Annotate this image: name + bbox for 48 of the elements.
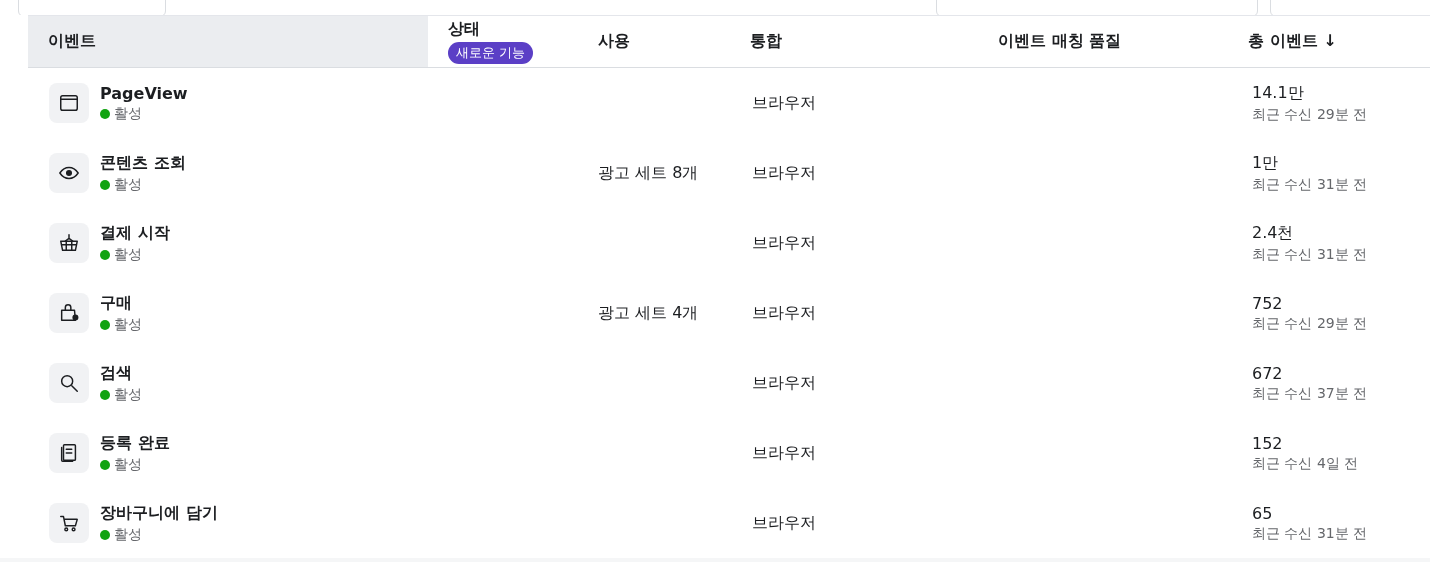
column-header[interactable]: 이벤트 <box>28 16 428 67</box>
column-header[interactable]: 사용 <box>598 16 750 67</box>
event-name[interactable]: 결제 시작 <box>100 222 170 244</box>
search-icon <box>58 372 80 394</box>
total-events: 1만 <box>1252 152 1280 174</box>
basket-icon <box>58 232 80 254</box>
status-text: 활성 <box>114 104 142 123</box>
total-events: 752 <box>1252 293 1284 313</box>
last-received-text: 최근 수신 37분 전 <box>1252 384 1369 403</box>
event-name[interactable]: 구매 <box>100 292 142 314</box>
integration-text: 브라우저 <box>752 92 816 112</box>
event-name[interactable]: 콘텐츠 조회 <box>100 152 186 174</box>
integration-text: 브라우저 <box>752 372 816 392</box>
total-events: 672 <box>1252 363 1284 383</box>
status-text: 활성 <box>114 525 142 544</box>
status-text: 활성 <box>114 385 142 404</box>
usage-text: 광고 세트 4개 <box>598 302 699 322</box>
integration-text: 브라우저 <box>752 162 816 182</box>
integration-text: 브라우저 <box>752 512 816 532</box>
column-header[interactable]: 통합 <box>750 16 998 67</box>
last-received-text: 최근 수신 31분 전 <box>1252 524 1369 543</box>
last-received-text: 최근 수신 31분 전 <box>1252 245 1369 264</box>
status-text: 활성 <box>114 175 142 194</box>
status-text: 활성 <box>114 455 142 474</box>
usage-text: 광고 세트 8개 <box>598 162 699 182</box>
integration-text: 브라우저 <box>752 442 816 462</box>
new-feature-badge: 새로운 기능 <box>448 42 534 64</box>
event-name[interactable]: PageView <box>100 83 188 103</box>
event-name[interactable]: 장바구니에 담기 <box>100 502 218 524</box>
column-header[interactable]: 이벤트 매칭 품질 <box>998 16 1248 67</box>
column-header[interactable]: 총 이벤트 ↓ <box>1248 16 1430 67</box>
event-name[interactable]: 등록 완료 <box>100 432 170 454</box>
last-received-text: 최근 수신 31분 전 <box>1252 175 1369 194</box>
status-text: 활성 <box>114 315 142 334</box>
last-received-text: 최근 수신 29분 전 <box>1252 105 1369 124</box>
status-text: 활성 <box>114 245 142 264</box>
integration-text: 브라우저 <box>752 232 816 252</box>
last-received-text: 최근 수신 29분 전 <box>1252 314 1369 333</box>
total-events: 152 <box>1252 433 1284 453</box>
last-received-text: 최근 수신 4일 전 <box>1252 454 1360 473</box>
event-name[interactable]: 검색 <box>100 362 142 384</box>
total-events: 65 <box>1252 503 1274 523</box>
total-events: 14.1만 <box>1252 82 1305 104</box>
shopping-bag-icon <box>58 302 80 324</box>
browser-window-icon <box>58 92 80 114</box>
column-header[interactable]: 상태 새로운 기능 <box>428 16 598 67</box>
integration-text: 브라우저 <box>752 302 816 322</box>
total-events: 2.4천 <box>1252 222 1295 244</box>
